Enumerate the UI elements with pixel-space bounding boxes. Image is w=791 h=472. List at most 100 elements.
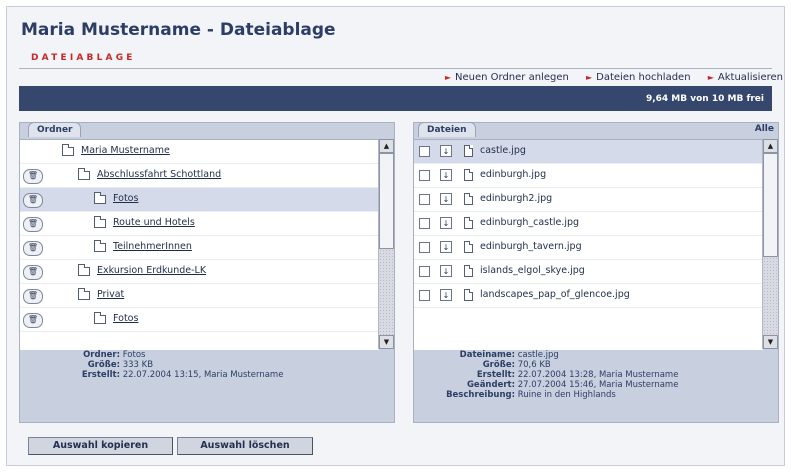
trash-icon[interactable]: 🗑 [23,169,43,184]
file-row[interactable]: ↓ edinburgh2.jpg [414,188,763,212]
trash-icon[interactable]: 🗑 [23,265,43,280]
folder-scroll-thumb[interactable] [379,153,394,249]
upload-files-label: Dateien hochladen [596,72,691,83]
file-name[interactable]: edinburgh2.jpg [480,193,552,204]
file-checkbox[interactable] [419,290,430,301]
trash-icon[interactable]: 🗑 [23,289,43,304]
triangle-bullet-icon: ► [586,73,593,82]
file-checkbox[interactable] [419,218,430,229]
file-row[interactable]: ↓ islands_elgol_skye.jpg [414,260,763,284]
folder-row[interactable]: 🗑 Fotos [20,308,379,332]
quota-bar: 9,64 MB von 10 MB frei [19,86,772,111]
file-list: ↓ castle.jpg ↓ edinburgh.jpg ↓ edinburgh2.jpg… [414,139,763,350]
file-icon [464,265,473,277]
trash-icon[interactable]: 🗑 [23,217,43,232]
file-info: Dateiname: castle.jpg Größe: 70,6 KB Ers… [414,350,678,400]
folder-link[interactable]: Abschlussfahrt Schottland [97,169,221,180]
file-checkbox[interactable] [419,146,430,157]
download-icon[interactable]: ↓ [440,193,452,205]
download-icon[interactable]: ↓ [440,169,452,181]
file-checkbox[interactable] [419,266,430,277]
refresh-label: Aktualisieren [717,72,783,83]
trash-icon[interactable]: 🗑 [23,193,43,208]
new-folder-label: Neuen Ordner anlegen [455,72,569,83]
file-checkbox[interactable] [419,170,430,181]
action-links: ► Neuen Ordner anlegen ► Dateien hochladen… [431,72,783,83]
file-created-label: Erstellt: [476,370,515,380]
folder-icon [94,216,106,228]
file-name[interactable]: islands_elgol_skye.jpg [480,265,585,276]
file-row[interactable]: ↓ edinburgh.jpg [414,164,763,188]
folder-link[interactable]: Fotos [113,193,138,204]
quota-text: 9,64 MB von 10 MB frei [645,94,764,104]
folder-row[interactable]: 🗑 Abschlussfahrt Schottland [20,164,379,188]
folder-info-label: Ordner: [83,350,120,360]
scroll-down-arrow-icon[interactable]: ▼ [763,335,778,349]
folder-row[interactable]: 🗑 Fotos [20,188,379,212]
folder-created-value: 22.07.2004 13:15, Maria Mustername [122,370,284,380]
scroll-up-arrow-icon[interactable]: ▲ [763,139,778,153]
section-subtitle: DATEIABLAGE [31,53,136,63]
file-name[interactable]: edinburgh_castle.jpg [480,217,579,228]
file-scroll-track[interactable] [763,257,778,335]
file-row[interactable]: ↓ landscapes_pap_of_glencoe.jpg [414,284,763,308]
tab-files[interactable]: Dateien [418,122,476,137]
folder-link[interactable]: TeilnehmerInnen [113,241,192,252]
folder-row[interactable]: 🗑 Privat [20,284,379,308]
folder-created-label: Erstellt: [81,370,120,380]
folder-row[interactable]: 🗑 Exkursion Erdkunde-LK [20,260,379,284]
folder-size-label: Größe: [87,360,120,370]
folder-row[interactable]: 🗑 Route und Hotels [20,212,379,236]
trash-icon[interactable]: 🗑 [23,313,43,328]
download-icon[interactable]: ↓ [440,145,452,157]
page-title: Maria Mustername - Dateiablage [21,20,336,40]
delete-selection-button[interactable]: Auswahl löschen [177,437,313,455]
tab-folders[interactable]: Ordner [28,122,82,137]
file-icon [464,241,473,253]
file-row[interactable]: ↓ castle.jpg [414,140,763,164]
file-checkbox[interactable] [419,242,430,253]
download-icon[interactable]: ↓ [440,289,452,301]
trash-icon[interactable]: 🗑 [23,241,43,256]
copy-selection-button[interactable]: Auswahl kopieren [28,437,173,455]
file-size-label: Größe: [482,360,515,370]
download-icon[interactable]: ↓ [440,241,452,253]
download-icon[interactable]: ↓ [440,217,452,229]
folder-link[interactable]: Privat [97,289,124,300]
file-row[interactable]: ↓ edinburgh_tavern.jpg [414,236,763,260]
folder-size-value: 333 KB [122,360,154,370]
download-icon[interactable]: ↓ [440,265,452,277]
scroll-up-arrow-icon[interactable]: ▲ [379,139,394,153]
folder-icon [78,168,90,180]
folder-scroll-track[interactable] [379,249,394,335]
select-all-link[interactable]: Alle [755,124,774,134]
file-checkbox[interactable] [419,194,430,205]
file-name[interactable]: edinburgh_tavern.jpg [480,241,582,252]
upload-files-link[interactable]: ► Dateien hochladen [586,72,691,83]
file-icon [464,289,473,301]
file-description-label: Beschreibung: [446,390,515,400]
file-modified-value: 27.07.2004 15:46, Maria Mustername [517,380,679,390]
file-icon [464,145,473,157]
divider [19,68,772,69]
folder-link[interactable]: Maria Mustername [81,145,170,156]
folder-scrollbar[interactable]: ▲ ▼ [378,139,394,349]
file-scrollbar[interactable]: ▲ ▼ [762,139,778,349]
folder-row[interactable]: Maria Mustername [20,140,379,164]
refresh-link[interactable]: ► Aktualisieren [708,72,783,83]
folder-icon [78,264,90,276]
file-scroll-thumb[interactable] [763,153,778,257]
folder-row[interactable]: 🗑 TeilnehmerInnen [20,236,379,260]
file-panel: Dateien Alle ↓ castle.jpg ↓ edinburgh.jpg ↓ e… [413,122,779,423]
scroll-down-arrow-icon[interactable]: ▼ [379,335,394,349]
file-name[interactable]: landscapes_pap_of_glencoe.jpg [480,289,630,300]
folder-link[interactable]: Exkursion Erdkunde-LK [97,265,206,276]
folder-link[interactable]: Route und Hotels [113,217,195,228]
file-row[interactable]: ↓ edinburgh_castle.jpg [414,212,763,236]
file-description-value: Ruine in den Highlands [517,390,616,400]
file-name[interactable]: castle.jpg [480,145,526,156]
folder-link[interactable]: Fotos [113,313,138,324]
file-name[interactable]: edinburgh.jpg [480,169,546,180]
file-icon [464,169,473,181]
new-folder-link[interactable]: ► Neuen Ordner anlegen [445,72,569,83]
